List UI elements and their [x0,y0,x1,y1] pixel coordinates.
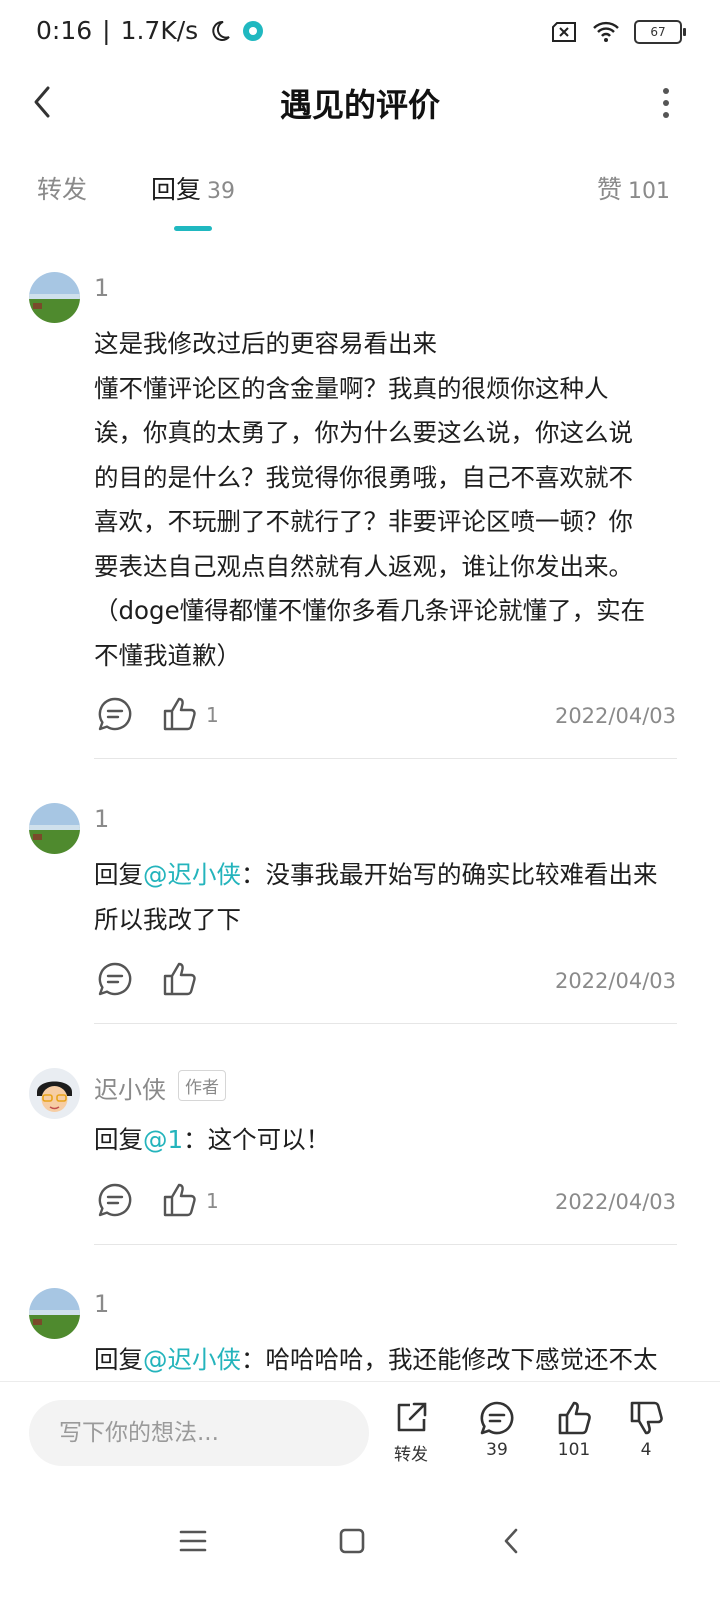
comment-text-line: 回复@迟小侠：哈哈哈哈，我还能修改下感觉还不太 [94,1338,684,1383]
active-tab-indicator [174,226,212,231]
comment-text: 这是我修改过后的更容易看出来 懂不懂评论区的含金量啊？我真的很烦你这种人 诶，你… [94,322,684,678]
bottom-action-bar: 写下你的想法... 转发 39 101 4 [0,1381,720,1486]
divider [94,758,677,759]
network-speed: 1.7K/s [120,16,199,45]
mention-link[interactable]: @迟小侠 [143,860,241,889]
reply-count: 39 [486,1440,508,1460]
like-icon[interactable] [161,1182,197,1218]
comment-username: 1 [94,274,110,302]
comment-text-line: 喜欢，不玩删了不就行了？非要评论区喷一顿？你 [94,507,633,536]
thumbs-up-icon [558,1401,591,1435]
status-time: 0:16 [36,16,93,45]
comment-username: 1 [94,1290,110,1318]
tab-reply-label: 回复 [151,175,202,204]
divider [94,1023,677,1024]
moon-icon [212,20,230,41]
thumbs-down-icon [630,1401,663,1435]
comment-text-line: 这是我修改过后的更容易看出来 [94,329,437,358]
menu-icon[interactable] [176,1524,210,1558]
wifi-icon [593,21,619,42]
app-header: 遇见的评价 [0,70,720,136]
comment-username: 1 [94,805,110,833]
reply-prefix: 回复 [94,860,143,889]
comment-text-line: 要表达自己观点自然就有人返观，谁让你发出来。 [94,551,633,581]
comment-text-line: 所以我改了下 [94,904,241,934]
tab-repost-label: 转发 [37,175,88,204]
comment-icon [480,1401,514,1435]
comment-text: 回复@1：这个可以！ [94,1118,684,1163]
comment-date: 2022/04/03 [554,969,676,993]
repost-button[interactable]: 转发 [381,1400,441,1465]
comment-text: 回复@迟小侠：哈哈哈哈，我还能修改下感觉还不太 [94,1338,684,1383]
dislike-button[interactable]: 4 [616,1400,676,1460]
more-options-icon[interactable] [656,86,676,120]
tab-like-count: 101 [628,179,670,204]
avatar[interactable] [29,1288,80,1339]
like-count: 1 [206,703,219,727]
author-badge: 作者 [178,1070,226,1101]
app-notification-icon [243,20,264,41]
system-nav-bar [0,1486,720,1600]
page-title: 遇见的评价 [279,86,440,124]
tab-like-label: 赞 [596,175,622,204]
avatar[interactable] [29,1068,80,1119]
comment-date: 2022/04/03 [554,1190,676,1214]
divider [94,1244,677,1245]
reply-comment-icon[interactable] [97,1182,133,1218]
tab-like[interactable]: 赞 101 [597,170,670,206]
status-right: 67 [550,20,686,44]
like-icon[interactable] [161,696,197,732]
reply-comment-icon[interactable] [97,961,133,997]
comment-text-line: 懂不懂评论区的含金量啊？我真的很烦你这种人 [94,373,609,403]
comment-text-line: 的目的是什么？我觉得你很勇哦，自己不喜欢就不 [94,462,633,492]
tab-reply[interactable]: 回复 39 [151,170,235,206]
battery-level: 67 [650,25,666,39]
like-total: 101 [557,1440,591,1460]
comment-date: 2022/04/03 [554,704,676,728]
comment-text: 回复@迟小侠：没事我最开始写的确实比较难看出来 所以我改了下 [94,853,684,942]
status-separator: | [102,16,111,45]
reply-text: ：没事我最开始写的确实比较难看出来 [241,860,658,889]
like-button[interactable]: 101 [544,1400,604,1460]
reply-text: ：哈哈哈哈，我还能修改下感觉还不太 [241,1345,658,1374]
home-icon[interactable] [335,1524,369,1558]
tab-reply-count: 39 [207,179,236,204]
repost-label: 转发 [394,1445,428,1465]
like-count: 1 [206,1189,219,1213]
battery-icon: 67 [634,20,686,44]
nav-back-icon[interactable] [495,1524,529,1558]
comment-text-line: 回复@迟小侠：没事我最开始写的确实比较难看出来 [94,853,684,898]
reply-text: ：这个可以！ [183,1125,331,1154]
reply-prefix: 回复 [94,1345,143,1374]
reply-count-button[interactable]: 39 [467,1400,527,1460]
comment-text-line: 回复@1：这个可以！ [94,1118,684,1163]
like-icon[interactable] [161,961,197,997]
comment-text-line: （doge懂得都懂不懂你多看几条评论就懂了，实在 [94,596,646,625]
comment-text-line: 不懂我道歉） [94,640,241,670]
tab-bar: 转发 回复 39 赞 101 [0,170,720,240]
comment-text-line: 诶，你真的太勇了，你为什么要这么说，你这么说 [94,418,633,447]
status-bar: 0:16 | 1.7K/s 67 [0,0,720,70]
avatar[interactable] [29,272,80,323]
comment-username: 迟小侠 [94,1076,166,1104]
tab-repost[interactable]: 转发 [37,170,87,206]
mention-link[interactable]: @迟小侠 [143,1345,241,1374]
sim-off-icon [552,22,576,42]
share-icon [397,1402,427,1432]
mention-link[interactable]: @1 [143,1125,183,1154]
status-left: 0:16 | 1.7K/s [36,16,264,45]
reply-comment-icon[interactable] [97,696,133,732]
comment-input[interactable]: 写下你的想法... [29,1400,369,1466]
reply-prefix: 回复 [94,1125,143,1154]
dislike-count: 4 [640,1440,652,1460]
avatar[interactable] [29,803,80,854]
